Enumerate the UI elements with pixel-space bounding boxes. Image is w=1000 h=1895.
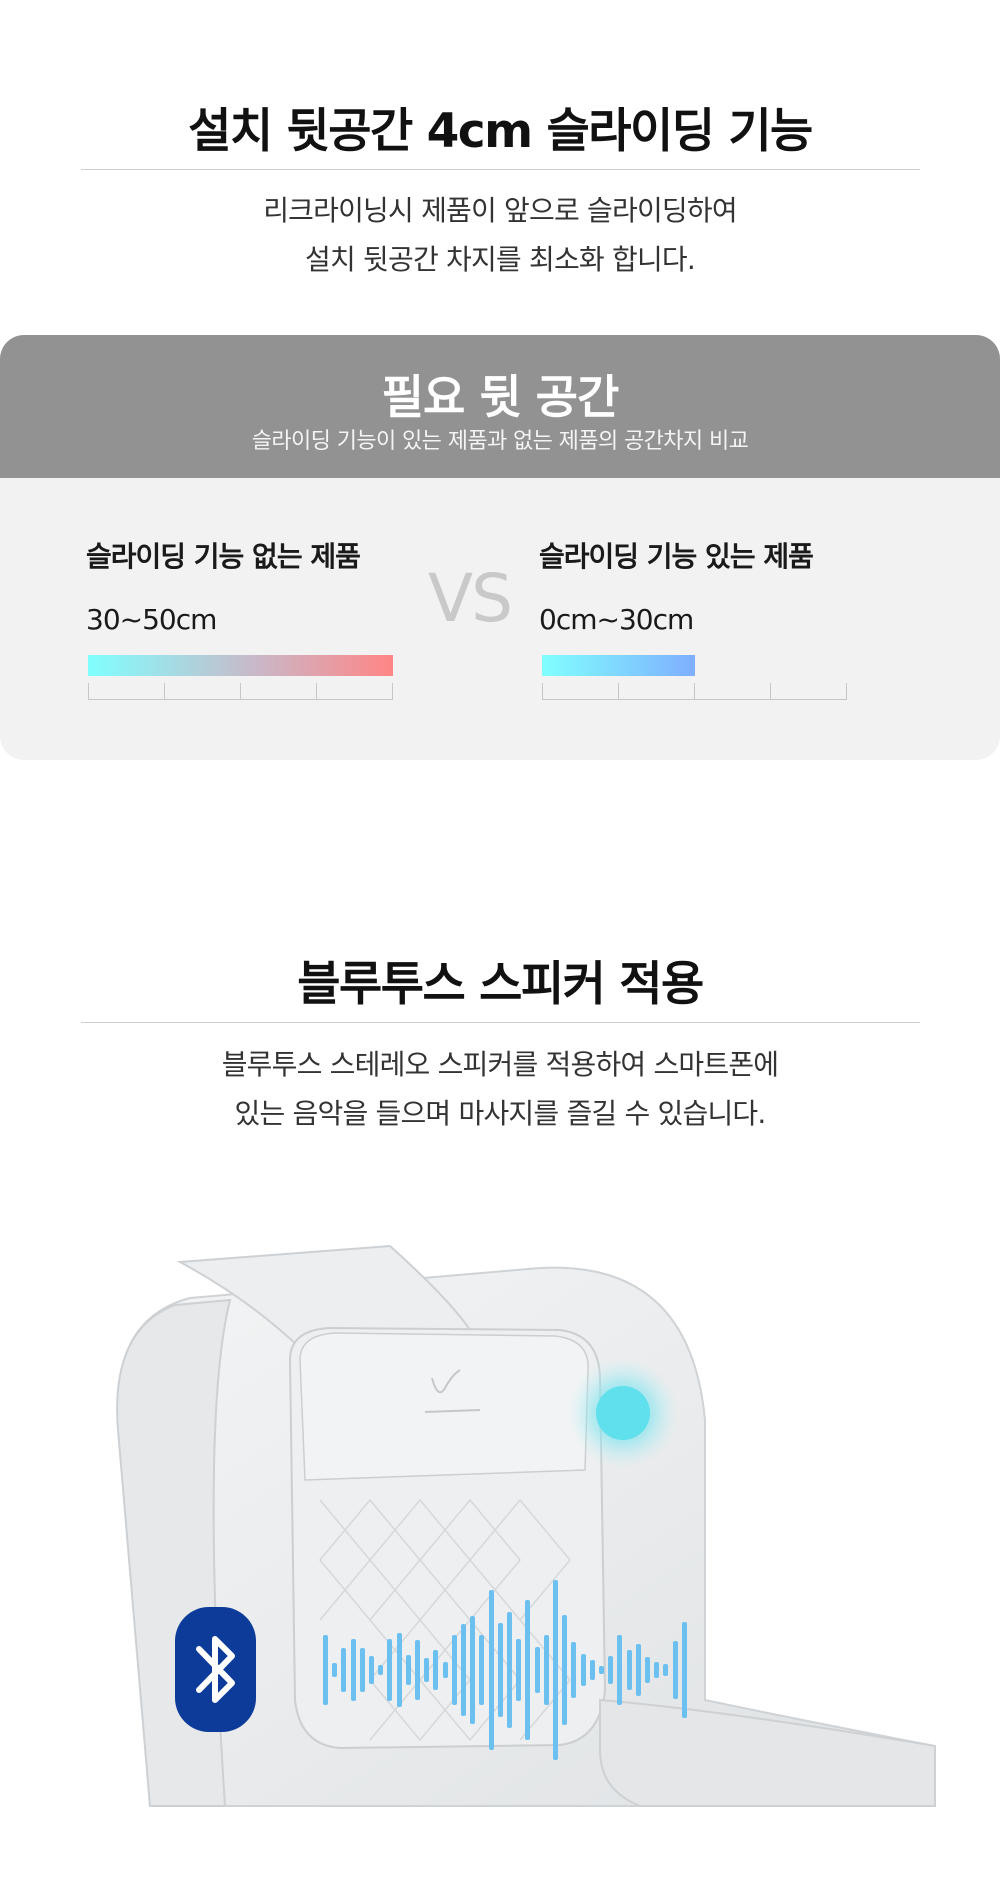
sound-wave-bar <box>415 1640 420 1700</box>
with-sliding-bar <box>542 655 695 676</box>
sound-wave-bar <box>535 1647 540 1693</box>
without-sliding-range: 30~50cm <box>86 603 217 636</box>
scale-tick <box>240 683 241 699</box>
sliding-desc-line-1: 리크라이닝시 제품이 앞으로 슬라이딩하여 <box>263 194 737 227</box>
sound-wave-bar <box>645 1657 650 1683</box>
sound-wave-bar <box>654 1662 659 1678</box>
sound-wave-bar <box>397 1633 402 1707</box>
sound-wave-bar <box>507 1612 512 1728</box>
sound-wave-bar <box>636 1644 641 1696</box>
sliding-title-divider <box>81 169 920 170</box>
bluetooth-title: 블루투스 스피커 적용 <box>297 957 704 1012</box>
scale-tick <box>392 683 393 699</box>
scale-tick <box>770 683 771 699</box>
with-sliding-label: 슬라이딩 기능 있는 제품 <box>539 540 814 573</box>
sound-wave-bar <box>525 1600 530 1740</box>
sound-wave-bar <box>433 1650 438 1690</box>
sound-wave-bar <box>627 1650 632 1690</box>
scale-tick <box>618 683 619 699</box>
sliding-title: 설치 뒷공간 4cm 슬라이딩 기능 <box>188 104 813 159</box>
sound-wave-bar <box>479 1635 484 1705</box>
comparison-header: 필요 뒷 공간 슬라이딩 기능이 있는 제품과 없는 제품의 공간차지 비교 <box>0 335 1000 478</box>
sound-wave-bar <box>406 1655 411 1685</box>
scale-tick <box>316 683 317 699</box>
sound-wave-bar <box>461 1624 466 1716</box>
sound-wave-bar <box>562 1615 567 1725</box>
sound-wave-bar <box>581 1654 586 1686</box>
versus-label: VS <box>428 560 513 637</box>
scale-tick <box>542 683 543 699</box>
with-sliding-scale <box>542 683 847 700</box>
sound-wave-bar <box>590 1660 595 1680</box>
massage-chair-image <box>116 1244 936 1807</box>
sliding-description: 리크라이닝시 제품이 앞으로 슬라이딩하여 설치 뒷공간 차지를 최소화 합니다… <box>0 186 1000 284</box>
space-comparison-card: 필요 뒷 공간 슬라이딩 기능이 있는 제품과 없는 제품의 공간차지 비교 슬… <box>0 335 1000 760</box>
with-sliding-range: 0cm~30cm <box>539 603 694 636</box>
sound-wave-bar <box>443 1662 448 1678</box>
sound-wave-bar <box>682 1622 687 1718</box>
sound-wave-bar <box>571 1642 576 1698</box>
sound-wave-bar <box>387 1639 392 1701</box>
scale-tick <box>846 683 847 699</box>
sound-wave-bar <box>553 1580 558 1760</box>
sound-wave-bar <box>332 1663 337 1677</box>
scale-tick <box>164 683 165 699</box>
sound-wave-bar <box>489 1590 494 1750</box>
sound-wave-bar <box>470 1616 475 1724</box>
sound-wave-bar <box>424 1658 429 1682</box>
sound-wave-bar <box>341 1648 346 1692</box>
sound-wave-bar <box>516 1639 521 1701</box>
bluetooth-description: 블루투스 스테레오 스피커를 적용하여 스마트폰에 있는 음악을 들으며 마사지… <box>0 1040 1000 1138</box>
sound-wave-bar <box>378 1665 383 1675</box>
sound-wave-bar <box>323 1635 328 1705</box>
sound-wave-bar <box>617 1635 622 1705</box>
scale-tick <box>694 683 695 699</box>
sliding-desc-line-2: 설치 뒷공간 차지를 최소화 합니다. <box>305 243 696 276</box>
sound-wave-bar <box>351 1639 356 1701</box>
bluetooth-desc-line-1: 블루투스 스테레오 스피커를 적용하여 스마트폰에 <box>221 1048 779 1081</box>
sound-wave-bar <box>599 1666 604 1674</box>
sound-wave-bar <box>608 1656 613 1684</box>
bluetooth-icon <box>196 1636 235 1703</box>
without-sliding-scale <box>88 683 393 700</box>
bluetooth-desc-line-2: 있는 음악을 들으며 마사지를 즐길 수 있습니다. <box>234 1097 767 1130</box>
speaker-glow-icon <box>568 1358 678 1468</box>
sound-wave-bar <box>663 1664 668 1676</box>
without-sliding-label: 슬라이딩 기능 없는 제품 <box>86 540 361 573</box>
comparison-title: 필요 뒷 공간 <box>381 370 620 424</box>
sound-wave-bar <box>498 1623 503 1717</box>
sound-wave-bar <box>369 1656 374 1684</box>
sound-wave-bar <box>452 1635 457 1705</box>
sound-wave-bar <box>360 1648 365 1692</box>
sound-wave-bar <box>544 1635 549 1705</box>
sound-wave-bar <box>673 1641 678 1699</box>
bluetooth-title-divider <box>81 1022 920 1023</box>
without-sliding-bar <box>88 655 393 676</box>
bluetooth-badge <box>175 1607 256 1732</box>
scale-tick <box>88 683 89 699</box>
comparison-subtitle: 슬라이딩 기능이 있는 제품과 없는 제품의 공간차지 비교 <box>251 429 749 454</box>
